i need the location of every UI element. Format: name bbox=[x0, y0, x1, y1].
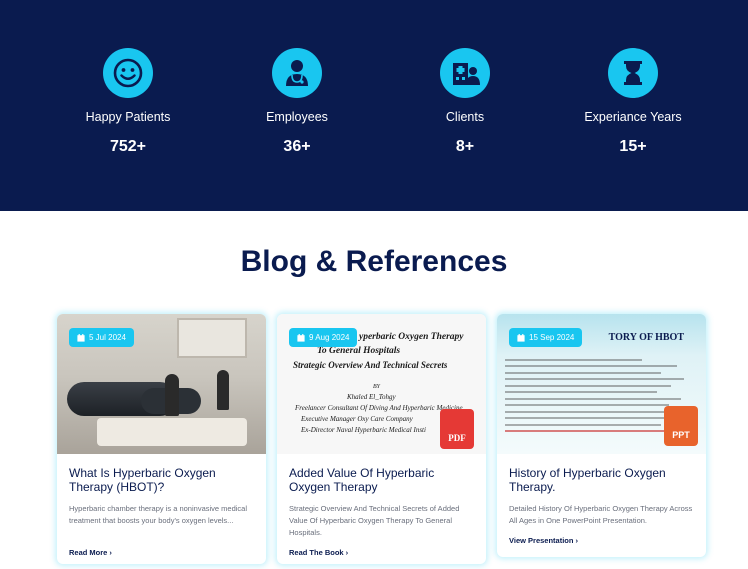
stat-value: 8+ bbox=[455, 138, 475, 155]
view-presentation-link[interactable]: View Presentation › bbox=[509, 536, 578, 545]
blog-card[interactable]: TORY OF HBOT PPT 15 Sep 2024 History of … bbox=[497, 314, 706, 557]
read-book-link[interactable]: Read The Book › bbox=[289, 548, 348, 557]
card-excerpt: Detailed History Of Hyperbaric Oxygen Th… bbox=[509, 504, 693, 525]
date-badge: 9 Aug 2024 bbox=[289, 328, 358, 347]
ppt-icon: PPT bbox=[664, 406, 698, 446]
doctor-icon bbox=[272, 48, 322, 98]
stat-value: 36+ bbox=[283, 138, 311, 155]
card-excerpt: Hyperbaric chamber therapy is a noninvas… bbox=[69, 504, 248, 525]
stats-section: Happy Patients 752+ Employees 36+ Client… bbox=[0, 0, 748, 211]
date-badge: 15 Sep 2024 bbox=[509, 328, 583, 347]
smile-icon bbox=[103, 48, 153, 98]
stat-employees: Employees 36+ bbox=[217, 48, 377, 156]
card-thumbnail[interactable]: TORY OF HBOT PPT 15 Sep 2024 bbox=[497, 314, 706, 454]
stat-label: Happy Patients bbox=[85, 110, 171, 124]
calendar-icon bbox=[517, 333, 525, 342]
stat-value: 15+ bbox=[619, 138, 647, 155]
date-badge: 5 Jul 2024 bbox=[69, 328, 134, 347]
stat-value: 752+ bbox=[109, 138, 147, 155]
blog-card[interactable]: 5 Jul 2024 What Is Hyperbaric Oxygen The… bbox=[57, 314, 266, 564]
card-title[interactable]: What Is Hyperbaric Oxygen Therapy (HBOT)… bbox=[69, 466, 255, 494]
calendar-icon bbox=[77, 333, 85, 342]
stat-experience-years: Experiance Years 15+ bbox=[553, 48, 713, 156]
hourglass-icon bbox=[608, 48, 658, 98]
stat-clients: Clients 8+ bbox=[385, 48, 545, 156]
blog-card[interactable]: yperbaric Oxygen Therapy To General Hosp… bbox=[277, 314, 486, 564]
card-thumbnail[interactable]: yperbaric Oxygen Therapy To General Hosp… bbox=[277, 314, 486, 454]
calendar-icon bbox=[297, 333, 305, 342]
section-title: Blog & References bbox=[240, 245, 508, 278]
card-title[interactable]: History of Hyperbaric Oxygen Therapy. bbox=[509, 466, 695, 494]
stat-label: Employees bbox=[266, 110, 328, 124]
hospital-icon bbox=[440, 48, 490, 98]
stat-happy-patients: Happy Patients 752+ bbox=[48, 48, 208, 156]
stat-label: Experiance Years bbox=[584, 110, 682, 124]
read-more-link[interactable]: Read More › bbox=[69, 548, 112, 557]
stat-label: Clients bbox=[445, 110, 485, 124]
card-excerpt: Strategic Overview And Technical Secrets… bbox=[289, 504, 460, 537]
pdf-icon: PDF bbox=[440, 409, 474, 449]
card-title[interactable]: Added Value Of Hyperbaric Oxygen Therapy bbox=[289, 466, 475, 494]
card-thumbnail[interactable]: 5 Jul 2024 bbox=[57, 314, 266, 454]
